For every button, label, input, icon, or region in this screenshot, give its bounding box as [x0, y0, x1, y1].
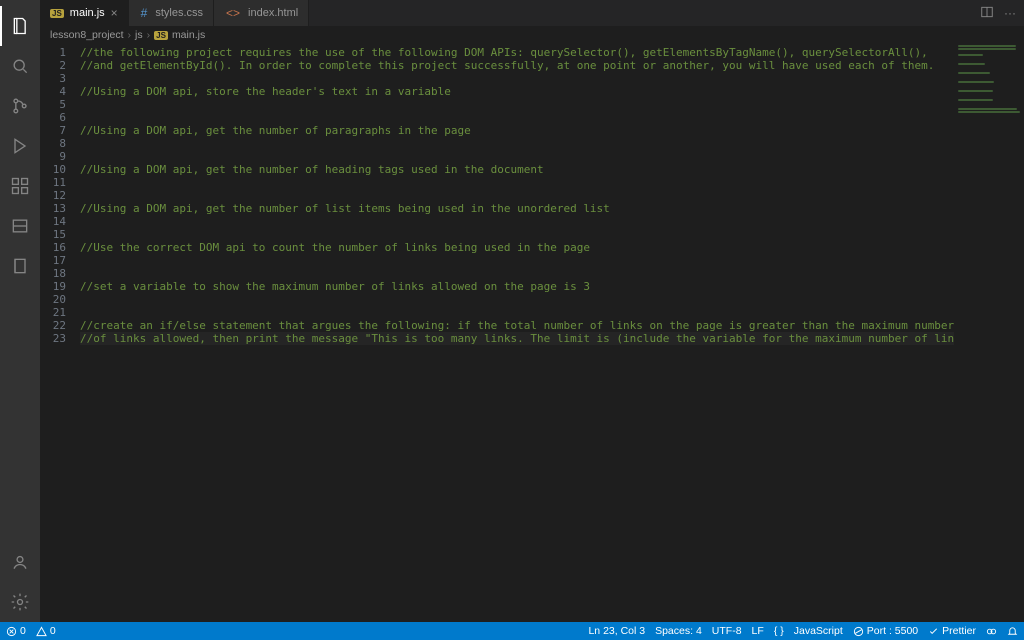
status-cursor-position[interactable]: Ln 23, Col 3: [588, 625, 645, 637]
code-editor[interactable]: //the following project requires the use…: [80, 44, 1024, 622]
split-editor-icon[interactable]: [980, 5, 994, 22]
settings-gear-icon[interactable]: [0, 582, 40, 622]
status-bracket-pair[interactable]: { }: [774, 625, 784, 637]
more-actions-icon[interactable]: ···: [1004, 6, 1016, 20]
status-live-server[interactable]: Port : 5500: [853, 625, 918, 637]
search-icon[interactable]: [0, 46, 40, 86]
tab-label: main.js: [70, 7, 105, 19]
book-icon[interactable]: [0, 246, 40, 286]
file-lang-badge: JS: [50, 9, 64, 18]
status-feedback-icon[interactable]: [986, 626, 997, 637]
file-lang-badge: #: [139, 6, 150, 20]
status-encoding[interactable]: UTF-8: [712, 625, 742, 637]
status-warnings[interactable]: 0: [36, 625, 56, 637]
extensions-icon[interactable]: [0, 166, 40, 206]
tab-bar: JS main.js × # styles.css <> index.html …: [40, 0, 1024, 26]
file-lang-badge: <>: [224, 6, 242, 20]
tab-index-html[interactable]: <> index.html: [214, 0, 309, 26]
status-eol[interactable]: LF: [752, 625, 764, 637]
tab-label: index.html: [248, 7, 298, 19]
status-prettier[interactable]: Prettier: [928, 625, 976, 637]
minimap[interactable]: [954, 44, 1024, 622]
activity-bar: [0, 0, 40, 622]
status-bar: 0 0 Ln 23, Col 3 Spaces: 4 UTF-8 LF { } …: [0, 622, 1024, 640]
panel-icon[interactable]: [0, 206, 40, 246]
editor-group: JS main.js × # styles.css <> index.html …: [40, 0, 1024, 622]
file-lang-badge: JS: [154, 31, 168, 40]
explorer-icon[interactable]: [0, 6, 40, 46]
run-debug-icon[interactable]: [0, 126, 40, 166]
breadcrumb-root[interactable]: lesson8_project: [50, 29, 124, 41]
breadcrumb-file[interactable]: main.js: [172, 29, 205, 41]
line-number-gutter: 1234567891011121314151617181920212223: [40, 44, 80, 622]
close-icon[interactable]: ×: [111, 6, 118, 20]
breadcrumb[interactable]: lesson8_project › js › JS main.js: [40, 26, 1024, 44]
chevron-right-icon: ›: [147, 29, 151, 41]
tab-main-js[interactable]: JS main.js ×: [40, 0, 129, 26]
status-language-mode[interactable]: JavaScript: [794, 625, 843, 637]
account-icon[interactable]: [0, 542, 40, 582]
source-control-icon[interactable]: [0, 86, 40, 126]
status-warnings-count: 0: [50, 625, 56, 637]
chevron-right-icon: ›: [128, 29, 132, 41]
breadcrumb-folder[interactable]: js: [135, 29, 143, 41]
status-prettier-label: Prettier: [942, 625, 976, 637]
status-errors[interactable]: 0: [6, 625, 26, 637]
status-bell-icon[interactable]: [1007, 626, 1018, 637]
status-indentation[interactable]: Spaces: 4: [655, 625, 702, 637]
tab-label: styles.css: [155, 7, 203, 19]
tab-styles-css[interactable]: # styles.css: [129, 0, 214, 26]
status-errors-count: 0: [20, 625, 26, 637]
status-port-label: Port : 5500: [867, 625, 918, 637]
